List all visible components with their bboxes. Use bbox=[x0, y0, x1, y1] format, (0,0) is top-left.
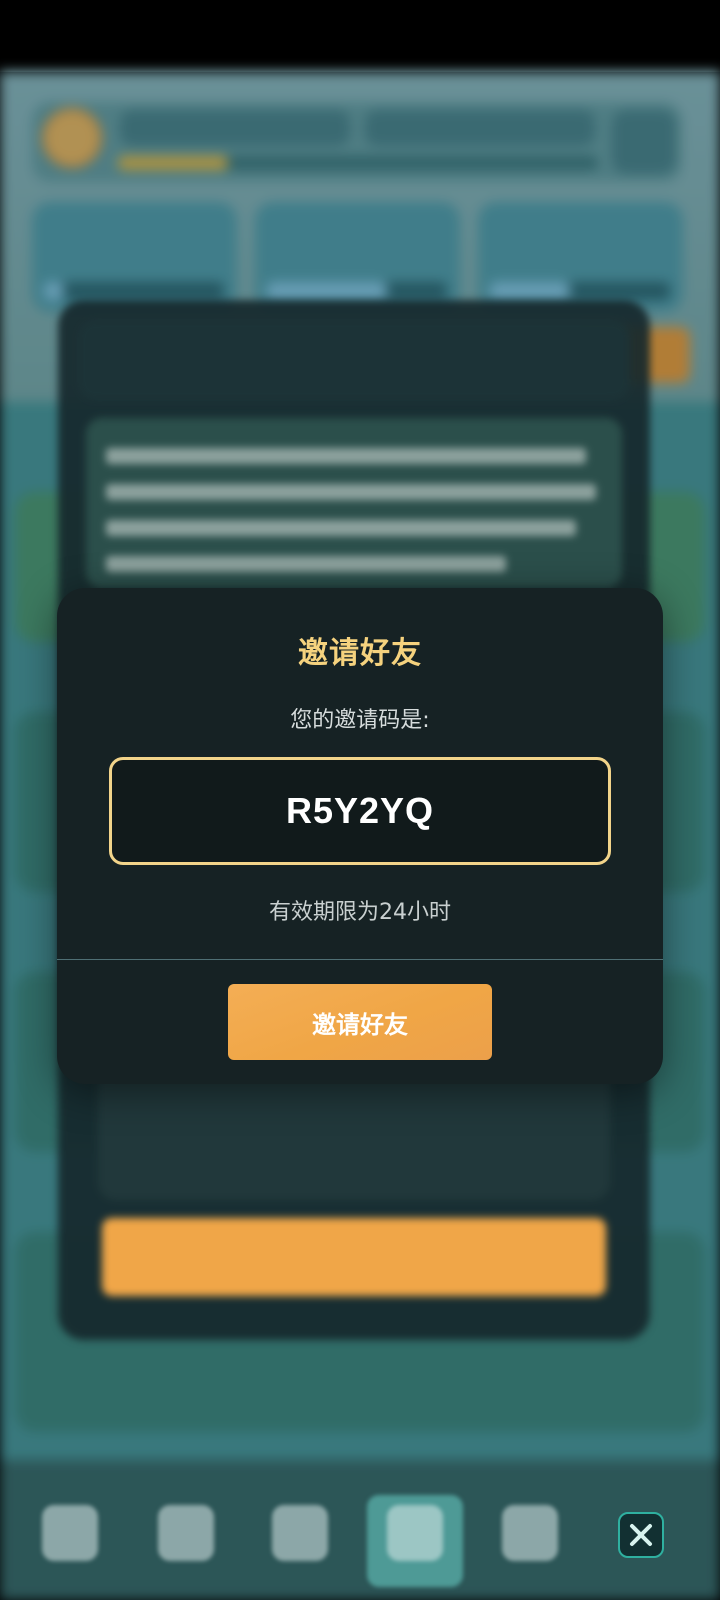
status-bar bbox=[0, 0, 720, 72]
invite-code-box[interactable]: R5Y2YQ bbox=[109, 757, 611, 865]
invite-modal: 邀请好友 您的邀请码是: R5Y2YQ 有效期限为24小时 邀请好友 bbox=[57, 588, 663, 1084]
invite-code-label: 您的邀请码是: bbox=[290, 708, 430, 733]
validity-text: 有效期限为24小时 bbox=[269, 900, 451, 925]
close-icon[interactable] bbox=[618, 1512, 664, 1558]
divider bbox=[57, 959, 663, 960]
home-icon[interactable] bbox=[42, 1505, 98, 1561]
compass-icon[interactable] bbox=[272, 1505, 328, 1561]
panel-description bbox=[86, 418, 622, 588]
panel-tabbar bbox=[78, 320, 630, 400]
modal-title: 邀请好友 bbox=[298, 636, 422, 671]
invite-friend-button[interactable]: 邀请好友 bbox=[228, 984, 492, 1060]
panel-invite-button bbox=[102, 1218, 606, 1296]
heart-icon[interactable] bbox=[502, 1505, 558, 1561]
diamond-icon[interactable] bbox=[387, 1505, 443, 1561]
cards-icon[interactable] bbox=[158, 1505, 214, 1561]
invite-code: R5Y2YQ bbox=[285, 790, 435, 831]
